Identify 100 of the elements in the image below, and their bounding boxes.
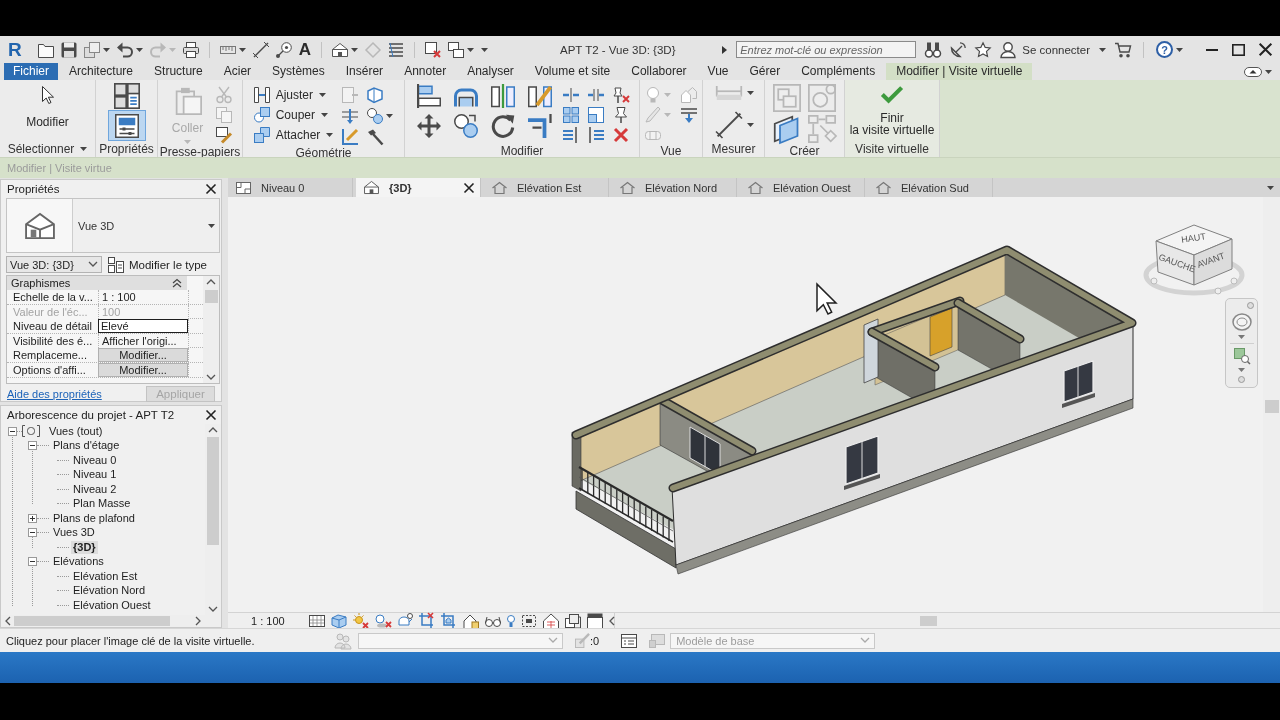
house-outline-icon[interactable] <box>748 181 763 194</box>
caret-icon[interactable] <box>746 123 754 127</box>
property-edit-button[interactable]: Modifier... <box>98 348 188 363</box>
split-line-icon[interactable] <box>563 87 579 103</box>
shopping-cart-icon[interactable] <box>1115 41 1131 58</box>
chevron-down-icon[interactable] <box>89 262 97 267</box>
caret-icon[interactable] <box>135 47 143 52</box>
ribbon-tab[interactable]: Modifier | Visite virtuelle <box>886 63 1033 80</box>
minus-box-icon[interactable] <box>8 426 17 436</box>
window-cross-icon[interactable] <box>425 41 441 58</box>
house-icon[interactable] <box>364 181 379 194</box>
mirror-pencil-icon[interactable] <box>526 84 554 108</box>
geometry-tool-button[interactable]: Attacher <box>253 126 334 143</box>
house-outline-icon[interactable] <box>492 181 507 194</box>
satellite-dish-icon[interactable] <box>950 41 967 58</box>
minus-box-icon[interactable] <box>28 557 37 567</box>
house-lock-icon[interactable] <box>462 612 479 629</box>
house-outline-icon[interactable] <box>620 181 635 194</box>
select-dropdown[interactable]: Sélectionner <box>7 142 88 156</box>
mirror-axis-icon[interactable] <box>489 84 517 108</box>
house-grid-icon[interactable] <box>542 612 559 629</box>
ribbon-tab[interactable]: Insérer <box>335 63 394 80</box>
double-chevron-up-icon[interactable] <box>173 279 181 287</box>
geometry-tool-button[interactable]: Ajuster <box>253 86 326 103</box>
caret-icon[interactable] <box>746 91 754 95</box>
view-scale[interactable]: 1 : 100 <box>251 614 285 627</box>
triangle-right-icon[interactable] <box>722 45 728 54</box>
caret-icon[interactable] <box>238 47 246 52</box>
four-squares-icon[interactable] <box>563 107 579 123</box>
lines-down-arrow-icon[interactable] <box>681 107 697 123</box>
zoom-region-icon[interactable] <box>1233 348 1250 364</box>
caret-icon[interactable] <box>319 92 326 97</box>
chevron-down-icon[interactable] <box>207 375 215 380</box>
squares-document-icon[interactable] <box>112 83 141 109</box>
tree-item[interactable]: Elévation Est <box>71 569 140 583</box>
nested-squares-icon[interactable] <box>588 107 604 123</box>
help-button[interactable]: ? <box>1156 41 1173 58</box>
thin-lines-icon[interactable] <box>388 41 404 58</box>
tree-item[interactable]: {3D} <box>71 540 98 554</box>
user-icon[interactable] <box>1000 41 1017 58</box>
caret-icon[interactable] <box>1099 47 1106 52</box>
tree-item[interactable]: Plans de plafond <box>51 511 137 525</box>
stacked-boxes-icon[interactable] <box>564 612 581 629</box>
view-tab[interactable]: {3D} <box>356 178 481 197</box>
mouse-pointer-icon[interactable] <box>41 86 54 104</box>
hammer-icon[interactable] <box>367 129 384 145</box>
minus-box-icon[interactable] <box>28 528 37 538</box>
window-list-icon[interactable] <box>621 633 638 648</box>
ribbon-tab[interactable]: Architecture <box>59 63 144 80</box>
modify-tool-button[interactable]: Modifier <box>22 83 73 128</box>
binoculars-icon[interactable] <box>925 41 942 58</box>
caret-icon[interactable] <box>1176 47 1183 52</box>
close-icon[interactable] <box>464 182 474 193</box>
diagonal-dimension-icon[interactable] <box>252 41 269 58</box>
minus-box-icon[interactable] <box>28 441 37 451</box>
joined-shapes-icon[interactable] <box>253 126 270 143</box>
close-icon[interactable] <box>206 410 216 420</box>
geometry-tool-button[interactable]: Couper <box>253 106 328 123</box>
bulb-icon[interactable] <box>506 614 515 627</box>
ribbon-tab[interactable]: Analyser <box>457 63 524 80</box>
tree-item[interactable]: Vues 3D <box>51 526 97 540</box>
tree-item[interactable]: Elévation Nord <box>71 584 148 598</box>
four-way-arrows-icon[interactable] <box>415 114 443 138</box>
chevron-left-icon[interactable] <box>608 616 614 625</box>
chevron-up-icon[interactable] <box>207 279 215 284</box>
collapse-ribbon-icon[interactable] <box>1244 66 1262 77</box>
squares-list-icon[interactable] <box>108 256 124 273</box>
caret-icon[interactable] <box>351 47 358 52</box>
circular-arrow-icon[interactable] <box>489 114 517 138</box>
chevron-up-icon[interactable] <box>209 427 217 432</box>
two-circles-arrow-icon[interactable] <box>452 114 480 138</box>
tree-item[interactable]: Niveau 1 <box>71 468 119 482</box>
angle-pencil-icon[interactable] <box>342 129 359 145</box>
search-field[interactable]: Entrez mot-clé ou expression <box>736 41 917 58</box>
caret-icon[interactable] <box>102 47 110 52</box>
star-icon[interactable] <box>975 41 992 58</box>
crop-cross-icon[interactable] <box>418 612 435 629</box>
walls-bracket-icon[interactable] <box>253 86 270 103</box>
minimize-icon[interactable] <box>1206 48 1218 51</box>
scrollbar-thumb[interactable] <box>14 616 170 626</box>
caret-icon[interactable] <box>208 223 215 228</box>
printer-icon[interactable] <box>182 41 199 58</box>
type-selector[interactable]: Vue 3D <box>6 198 220 253</box>
chevron-left-icon[interactable] <box>5 617 10 625</box>
sun-cross-icon[interactable] <box>352 612 369 629</box>
maximize-icon[interactable] <box>1232 43 1245 56</box>
caret-icon[interactable] <box>1265 69 1272 74</box>
arrow-bars-icon[interactable] <box>588 127 604 143</box>
ribbon-tab[interactable]: Fichier <box>4 63 58 80</box>
two-circles-icon[interactable] <box>367 108 384 124</box>
cube-icon[interactable] <box>330 612 347 629</box>
caret-icon[interactable] <box>1267 185 1274 190</box>
ribbon-tab[interactable]: Systèmes <box>262 63 335 80</box>
dashed-crop-icon[interactable] <box>520 612 537 629</box>
circle-square-icon[interactable] <box>253 106 270 123</box>
check-mark-icon[interactable] <box>881 86 903 103</box>
tree-item[interactable]: Plan Masse <box>71 497 133 511</box>
circle-leader-icon[interactable] <box>275 41 292 58</box>
caret-icon[interactable] <box>326 132 334 137</box>
instance-dropdown[interactable]: Vue 3D: {3D} <box>6 256 102 273</box>
